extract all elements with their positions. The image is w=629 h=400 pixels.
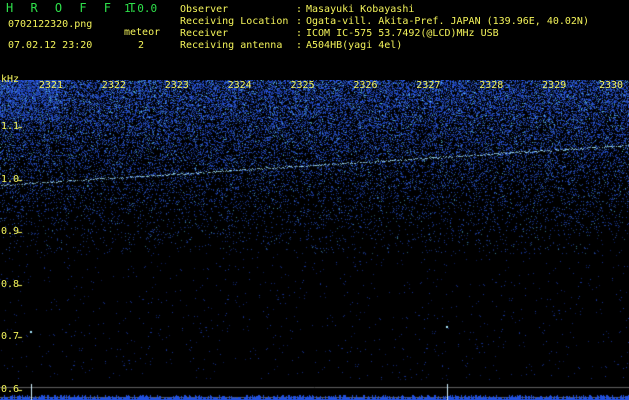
app-title: H R O F F T	[6, 1, 141, 15]
x-tick-label: 2321	[38, 80, 63, 91]
receiver-key: Receiver	[180, 28, 229, 39]
meteor-label: meteor	[124, 27, 161, 38]
x-tick-label: 2324	[227, 80, 252, 91]
location-key: Receiving Location	[180, 16, 289, 27]
receiver-value: ICOM IC-575 53.7492(@LCD)MHz USB	[306, 28, 499, 39]
x-tick-label: 2327	[416, 80, 441, 91]
x-tick-label: 2328	[479, 80, 504, 91]
observer-value: Masayuki Kobayashi	[306, 4, 415, 15]
receiver-sep: :	[296, 28, 303, 39]
observer-sep: :	[296, 4, 303, 15]
meteor-count: 2	[138, 40, 145, 51]
y-axis-unit-label: kHz	[1, 74, 20, 85]
y-tick-label: 0.7	[1, 331, 20, 343]
header-panel: H R O F F T 1.0.0 0702122320.png 07.02.1…	[0, 0, 629, 80]
x-tick-label: 2329	[542, 80, 567, 91]
x-tick-label: 2322	[101, 80, 126, 91]
x-tick-label: 2325	[290, 80, 315, 91]
x-tick-label: 2323	[164, 80, 189, 91]
spectrogram-plot	[0, 80, 629, 400]
x-tick-label: 2326	[353, 80, 378, 91]
location-value: Ogata-vill. Akita-Pref. JAPAN (139.96E, …	[306, 16, 589, 27]
location-sep: :	[296, 16, 303, 27]
antenna-sep: :	[296, 40, 303, 51]
x-tick-label: 2330	[599, 80, 624, 91]
y-tick-label: 0.9	[1, 226, 20, 238]
y-tick-label: 1.1	[1, 121, 20, 133]
antenna-key: Receiving antenna	[180, 40, 283, 51]
y-tick-label: 1.0	[1, 173, 20, 185]
y-tick-label: 0.8	[1, 278, 20, 290]
app-version: 1.0.0	[124, 2, 158, 15]
y-tick-label: 0.6	[1, 383, 20, 395]
observer-key: Observer	[180, 4, 229, 15]
file-name: 0702122320.png	[8, 19, 93, 30]
antenna-value: A504HB(yagi 4el)	[306, 40, 403, 51]
datetime: 07.02.12 23:20	[8, 40, 93, 51]
